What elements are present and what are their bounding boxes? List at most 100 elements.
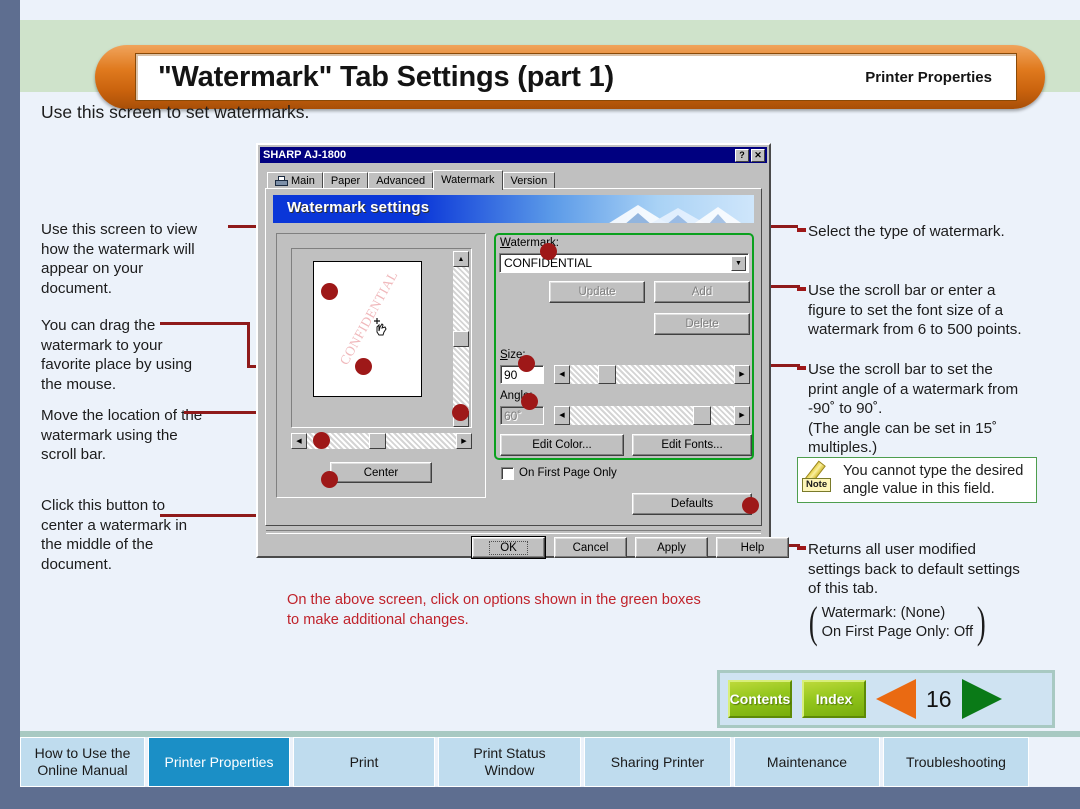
chevron-down-icon[interactable]: ▼	[731, 256, 746, 271]
tab-advanced[interactable]: Advanced	[368, 172, 434, 189]
header-banner-inner: "Watermark" Tab Settings (part 1) Printe…	[135, 53, 1017, 101]
callout-tick-watermark	[797, 228, 806, 232]
bottom-tab-print[interactable]: Print	[293, 737, 435, 787]
angle-scrollbar[interactable]: ◀ ▶	[554, 406, 750, 425]
size-scroll-left-icon[interactable]: ◀	[554, 365, 570, 384]
scroll-left-icon[interactable]: ◀	[291, 433, 307, 449]
bottom-tab-maintenance[interactable]: Maintenance	[734, 737, 880, 787]
dialog-titlebar: SHARP AJ-1800 ? ✕	[260, 147, 767, 163]
printer-properties-dialog: SHARP AJ-1800 ? ✕ Main Paper Advanced Wa…	[256, 143, 789, 558]
on-first-page-only-label: On First Page Only	[519, 467, 617, 479]
help-button[interactable]: Help	[716, 537, 789, 558]
delete-button[interactable]: Delete	[654, 313, 750, 335]
callout-dot-preview	[321, 283, 338, 300]
tab-version[interactable]: Version	[502, 172, 556, 189]
index-button[interactable]: Index	[802, 680, 866, 718]
watermark-preview-paper[interactable]: CONFIDENTIAL	[313, 261, 422, 397]
page-root: "Watermark" Tab Settings (part 1) Printe…	[0, 0, 1080, 809]
help-titlebar-button[interactable]: ?	[735, 148, 749, 162]
dialog-separator	[266, 530, 761, 534]
edit-color-button[interactable]: Edit Color...	[500, 434, 624, 456]
close-icon[interactable]: ✕	[751, 148, 765, 162]
delete-button-label: Delete	[685, 318, 719, 330]
cancel-button-label: Cancel	[572, 541, 609, 554]
page-title: "Watermark" Tab Settings (part 1)	[158, 60, 614, 93]
tab-paper[interactable]: Paper	[322, 172, 369, 189]
on-first-page-only-checkbox[interactable]	[501, 467, 514, 480]
note-text: You cannot type the desired angle value …	[843, 463, 1024, 497]
bottom-tab-troubleshooting[interactable]: Troubleshooting	[883, 737, 1029, 787]
triangle-left-icon[interactable]	[876, 679, 916, 719]
horizontal-scroll-thumb[interactable]	[369, 433, 386, 449]
edit-color-button-label: Edit Color...	[532, 439, 592, 451]
callout-dot-defaults	[742, 497, 759, 514]
center-button-label: Center	[363, 466, 399, 479]
callout-dot-size	[518, 355, 535, 372]
add-button[interactable]: Add	[654, 281, 750, 303]
drag-hand-cursor-icon	[374, 318, 387, 336]
center-button[interactable]: Center	[330, 462, 432, 483]
edit-fonts-button-label: Edit Fonts...	[661, 439, 723, 451]
size-scrollbar[interactable]: ◀ ▶	[554, 365, 750, 384]
tab-watermark[interactable]: Watermark	[433, 170, 503, 190]
update-button[interactable]: Update	[549, 281, 645, 303]
cancel-button[interactable]: Cancel	[554, 537, 627, 558]
preview-vertical-scrollbar[interactable]: ▲ ▼	[453, 251, 469, 427]
printer-icon	[275, 175, 288, 187]
annotation-angle-note: Use the scroll bar to set the print angl…	[808, 361, 1019, 457]
annotation-size-note: Use the scroll bar or enter a figure to …	[808, 282, 1022, 339]
contents-button[interactable]: Contents	[728, 680, 792, 718]
intro-text: Use this screen to set watermarks.	[41, 102, 310, 122]
brace-right: )	[976, 598, 986, 647]
callout-line-2a	[160, 322, 250, 325]
angle-scroll-right-icon[interactable]: ▶	[734, 406, 750, 425]
bottom-tab-printer-properties[interactable]: Printer Properties	[148, 737, 290, 787]
scroll-up-icon[interactable]: ▲	[453, 251, 469, 267]
scroll-right-icon[interactable]: ▶	[456, 433, 472, 449]
annotation-drag-note: You can drag the watermark to your favor…	[41, 317, 193, 393]
callout-dot-center	[321, 471, 338, 488]
callout-dot-paper-edge	[452, 404, 469, 421]
add-button-label: Add	[691, 286, 713, 298]
callout-line-2b	[247, 322, 250, 368]
bottom-tab-how-to-use[interactable]: How to Use the Online Manual	[20, 737, 145, 787]
help-button-label: Help	[740, 541, 765, 554]
angle-scroll-thumb[interactable]	[693, 406, 711, 425]
note-pencil-icon: Note	[801, 460, 841, 500]
defaults-button-label: Defaults	[670, 498, 714, 510]
annotation-defaults-note: Returns all user modified settings back …	[808, 541, 1020, 598]
mountain-graphic-icon	[609, 205, 742, 223]
tab-main[interactable]: Main	[267, 172, 323, 189]
defaults-values-text: Watermark: (None) On First Page Only: Of…	[821, 605, 974, 640]
defaults-values-block: ( Watermark: (None) On First Page Only: …	[806, 598, 989, 647]
watermark-tab-panel: Watermark settings CONFIDENTIAL ▲ ◀ ▶ Ce…	[265, 188, 762, 526]
header-banner: "Watermark" Tab Settings (part 1) Printe…	[95, 45, 1045, 109]
triangle-right-icon[interactable]	[961, 679, 1002, 719]
apply-button[interactable]: Apply	[635, 537, 708, 558]
annotation-scrollbar-note: Move the location of the watermark using…	[41, 407, 203, 464]
page-navigation-bar: Contents Index 16	[717, 670, 1055, 728]
header-section-label: Printer Properties	[865, 68, 992, 86]
size-scroll-thumb[interactable]	[598, 365, 616, 384]
footer-strip	[20, 787, 1080, 809]
angle-input: 60˚	[500, 406, 544, 425]
watermark-select[interactable]: CONFIDENTIAL ▼	[499, 253, 749, 273]
tab-main-label: Main	[291, 174, 315, 187]
bottom-tab-print-status-window[interactable]: Print Status Window	[438, 737, 581, 787]
page-number: 16	[926, 685, 952, 712]
defaults-button[interactable]: Defaults	[632, 493, 752, 515]
apply-button-label: Apply	[657, 541, 686, 554]
watermark-preview-group: CONFIDENTIAL ▲ ▼ ◀	[276, 233, 486, 498]
dialog-title: SHARP AJ-1800	[263, 148, 347, 161]
vertical-scroll-thumb[interactable]	[453, 331, 469, 347]
callout-dot-angle	[521, 393, 538, 410]
update-button-label: Update	[578, 286, 616, 298]
edit-fonts-button[interactable]: Edit Fonts...	[632, 434, 752, 456]
angle-scroll-left-icon[interactable]: ◀	[554, 406, 570, 425]
bottom-tab-sharing-printer[interactable]: Sharing Printer	[584, 737, 731, 787]
size-scroll-right-icon[interactable]: ▶	[734, 365, 750, 384]
note-box: Note You cannot type the desired angle v…	[797, 457, 1037, 503]
callout-dot-drag	[355, 358, 372, 375]
ok-button[interactable]: OK	[472, 537, 545, 558]
header-band: "Watermark" Tab Settings (part 1) Printe…	[20, 20, 1080, 109]
